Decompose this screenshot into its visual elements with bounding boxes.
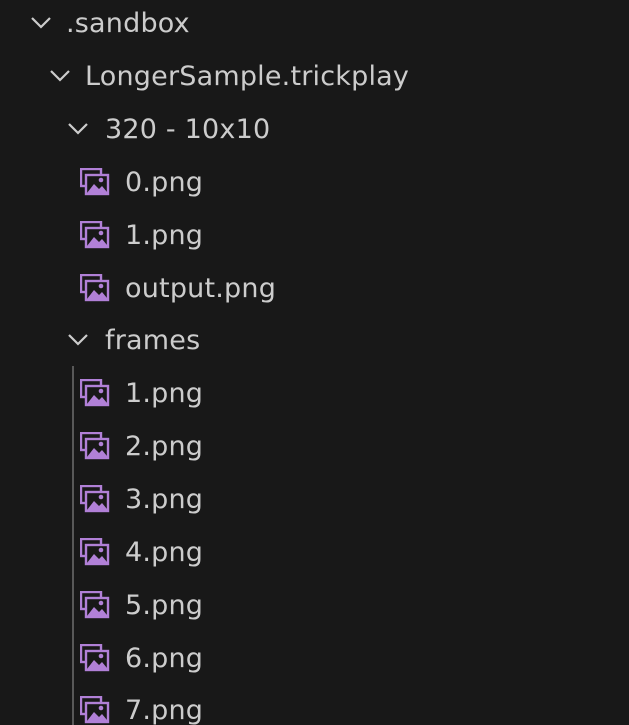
file-label: 7.png — [125, 694, 204, 725]
file-label: 1.png — [125, 219, 204, 251]
folder-label: 320 - 10x10 — [105, 113, 271, 145]
tree-file-output-png[interactable]: output.png — [0, 262, 629, 314]
tree-file-frames-5-png[interactable]: 5.png — [0, 579, 629, 631]
file-label: 4.png — [125, 536, 204, 568]
tree-folder-sandbox[interactable]: .sandbox — [0, 0, 629, 49]
chevron-down-icon[interactable] — [65, 327, 91, 353]
tree-file-frames-7-png[interactable]: 7.png — [0, 684, 629, 725]
image-file-icon — [80, 220, 112, 250]
tree-folder-320-10x10[interactable]: 320 - 10x10 — [0, 103, 629, 155]
image-file-icon — [80, 167, 112, 197]
image-file-icon — [80, 431, 112, 461]
file-label: 2.png — [125, 430, 204, 462]
chevron-down-icon[interactable] — [65, 116, 91, 142]
image-file-icon — [80, 643, 112, 673]
folder-label: .sandbox — [66, 7, 190, 39]
image-file-icon — [80, 590, 112, 620]
tree-file-frames-1-png[interactable]: 1.png — [0, 367, 629, 419]
tree-folder-longersample-trickplay[interactable]: LongerSample.trickplay — [0, 50, 629, 102]
tree-folder-frames[interactable]: frames — [0, 314, 629, 366]
chevron-down-icon[interactable] — [47, 63, 73, 89]
image-file-icon — [80, 484, 112, 514]
image-file-icon — [80, 537, 112, 567]
tree-file-frames-3-png[interactable]: 3.png — [0, 473, 629, 525]
folder-label: LongerSample.trickplay — [85, 60, 410, 92]
file-label: 5.png — [125, 589, 204, 621]
file-label: 6.png — [125, 642, 204, 674]
file-label: output.png — [125, 272, 277, 304]
image-file-icon — [80, 695, 112, 725]
chevron-down-icon[interactable] — [28, 10, 54, 36]
file-label: 3.png — [125, 483, 204, 515]
tree-file-frames-2-png[interactable]: 2.png — [0, 420, 629, 472]
tree-file-frames-6-png[interactable]: 6.png — [0, 632, 629, 684]
file-label: 0.png — [125, 166, 204, 198]
file-label: 1.png — [125, 377, 204, 409]
image-file-icon — [80, 378, 112, 408]
tree-file-frames-4-png[interactable]: 4.png — [0, 526, 629, 578]
file-explorer-tree: .sandbox LongerSample.trickplay 320 - 10… — [0, 0, 629, 725]
tree-file-1-png[interactable]: 1.png — [0, 209, 629, 261]
tree-file-0-png[interactable]: 0.png — [0, 156, 629, 208]
image-file-icon — [80, 273, 112, 303]
folder-label: frames — [105, 324, 201, 356]
